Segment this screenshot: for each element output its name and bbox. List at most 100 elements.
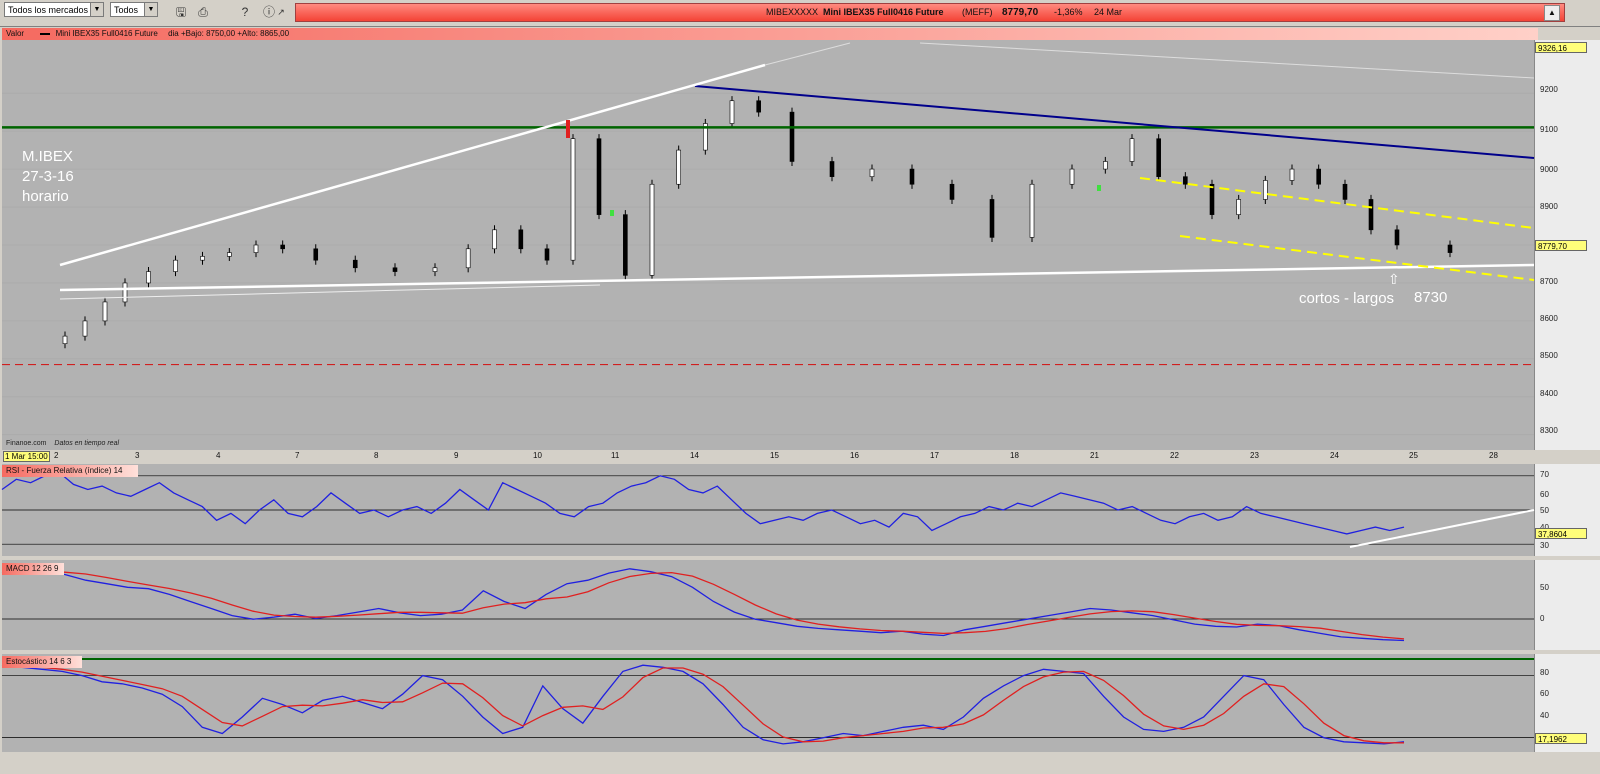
y-tick-label: 8600 — [1540, 314, 1558, 323]
candle-up — [122, 282, 128, 303]
candle-down — [352, 259, 358, 269]
candle-up — [173, 259, 178, 272]
stoch-y-tick: 80 — [1540, 668, 1549, 677]
candle-up — [492, 229, 497, 250]
candle-up — [649, 183, 655, 276]
annotation-cortos-largos: cortos - largos — [1299, 290, 1395, 307]
x-tick-label: 21 — [1090, 451, 1099, 460]
candle-up — [200, 256, 205, 261]
candle-down — [909, 168, 915, 185]
candle-down — [392, 267, 398, 272]
stoch-y-tick: 40 — [1540, 711, 1549, 720]
rsi-panel-label: RSI - Fuerza Relativa (índice) 14 — [6, 466, 123, 475]
x-tick-label: 16 — [850, 451, 859, 460]
candle-up — [146, 271, 151, 284]
candle-down — [1156, 138, 1161, 177]
candle-down — [596, 138, 602, 215]
candle-down — [1183, 176, 1188, 185]
x-tick-label: 14 — [690, 451, 699, 460]
candle-up — [570, 138, 576, 261]
candle-down — [829, 161, 835, 177]
x-tick-label: 18 — [1010, 451, 1019, 460]
y-tick-label: 8900 — [1540, 202, 1558, 211]
rsi-y-tick: 50 — [1540, 506, 1549, 515]
last-price-box: 8779,70 — [1535, 240, 1587, 251]
candle-down — [789, 111, 795, 162]
rsi-y-tick: 70 — [1540, 470, 1549, 479]
candle-down — [280, 244, 285, 250]
candle-up — [1103, 161, 1108, 170]
rsi-y-tick: 30 — [1540, 541, 1549, 550]
candle-down — [1209, 183, 1215, 215]
annotation-line: 27-3-16 — [22, 168, 74, 185]
candle-up — [1069, 168, 1075, 185]
candle-up — [1029, 183, 1035, 238]
annotation-line: M.IBEX — [22, 148, 73, 165]
candle-down — [313, 248, 319, 261]
candle-down — [949, 183, 955, 200]
green-signal-marker — [610, 210, 614, 216]
x-tick-label: 2 — [54, 451, 59, 460]
y-tick-label: 9100 — [1540, 125, 1558, 134]
x-tick-label: 4 — [216, 451, 221, 460]
source-label: Finanoe.com Datos en tiempo real — [6, 440, 119, 447]
candle-up — [869, 168, 875, 177]
x-tick-label: 11 — [611, 451, 620, 460]
green-signal-marker — [1097, 185, 1101, 191]
candle-down — [1394, 229, 1400, 246]
annotation-line: horario — [22, 188, 69, 205]
x-tick-label: 15 — [770, 451, 779, 460]
stoch-panel-label: Estocástico 14 6 3 — [6, 657, 72, 666]
x-tick-label: 23 — [1250, 451, 1259, 460]
source-name: Finanoe.com — [6, 440, 47, 447]
candle-up — [1289, 168, 1295, 181]
x-tick-label: 7 — [295, 451, 300, 460]
candle-down — [989, 199, 995, 238]
candle-up — [465, 248, 471, 269]
rsi-y-tick: 60 — [1540, 490, 1549, 499]
x-tick-label: 10 — [533, 451, 542, 460]
candle-up — [1236, 199, 1241, 215]
macd-panel-label: MACD 12 26 9 — [6, 564, 59, 573]
macd-y-tick: 50 — [1540, 583, 1549, 592]
stoch-y-tick: 60 — [1540, 689, 1549, 698]
stoch-plot-area — [2, 654, 1534, 752]
arrow-up-icon: ⇧ — [1388, 271, 1400, 287]
macd-panel-header: MACD 12 26 9 — [2, 563, 64, 575]
candle-down — [1368, 199, 1374, 231]
rsi-last-value-box: 37,8604 — [1535, 528, 1587, 539]
candle-up — [82, 320, 88, 337]
candle-up — [729, 100, 735, 124]
y-tick-label: 8300 — [1540, 426, 1558, 435]
red-signal-marker — [566, 120, 570, 138]
stoch-panel-header: Estocástico 14 6 3 — [2, 656, 82, 668]
candle-up — [102, 301, 108, 322]
macd-y-tick: 0 — [1540, 614, 1545, 623]
candle-down — [544, 248, 550, 261]
candle-down — [756, 100, 761, 113]
y-tick-label: 9000 — [1540, 165, 1558, 174]
candle-down — [1342, 183, 1348, 200]
candle-down — [518, 229, 524, 250]
x-tick-label: 3 — [135, 451, 140, 460]
source-note: Datos en tiempo real — [54, 440, 120, 447]
y-tick-label: 8400 — [1540, 389, 1558, 398]
chart-annotation-title: M.IBEX 27-3-16 horario — [22, 147, 74, 207]
candle-down — [1316, 168, 1321, 185]
candle-up — [62, 335, 68, 345]
candle-up — [227, 252, 232, 257]
start-date-label: 1 Mar 15:00 — [3, 451, 50, 462]
annotation-level: 8730 — [1414, 289, 1448, 306]
y-tick-label: 8700 — [1540, 277, 1558, 286]
x-tick-label: 25 — [1409, 451, 1418, 460]
y-tick-label: 8500 — [1540, 351, 1558, 360]
candle-up — [253, 244, 259, 253]
x-tick-label: 8 — [374, 451, 379, 460]
candle-up — [1129, 138, 1135, 162]
x-tick-label: 24 — [1330, 451, 1339, 460]
x-tick-label: 22 — [1170, 451, 1179, 460]
stoch-last-value-box: 17,1962 — [1535, 733, 1587, 744]
candle-down — [623, 214, 628, 276]
rsi-panel-header: RSI - Fuerza Relativa (índice) 14 — [2, 465, 138, 477]
top-value-box: 9326,16 — [1535, 42, 1587, 53]
